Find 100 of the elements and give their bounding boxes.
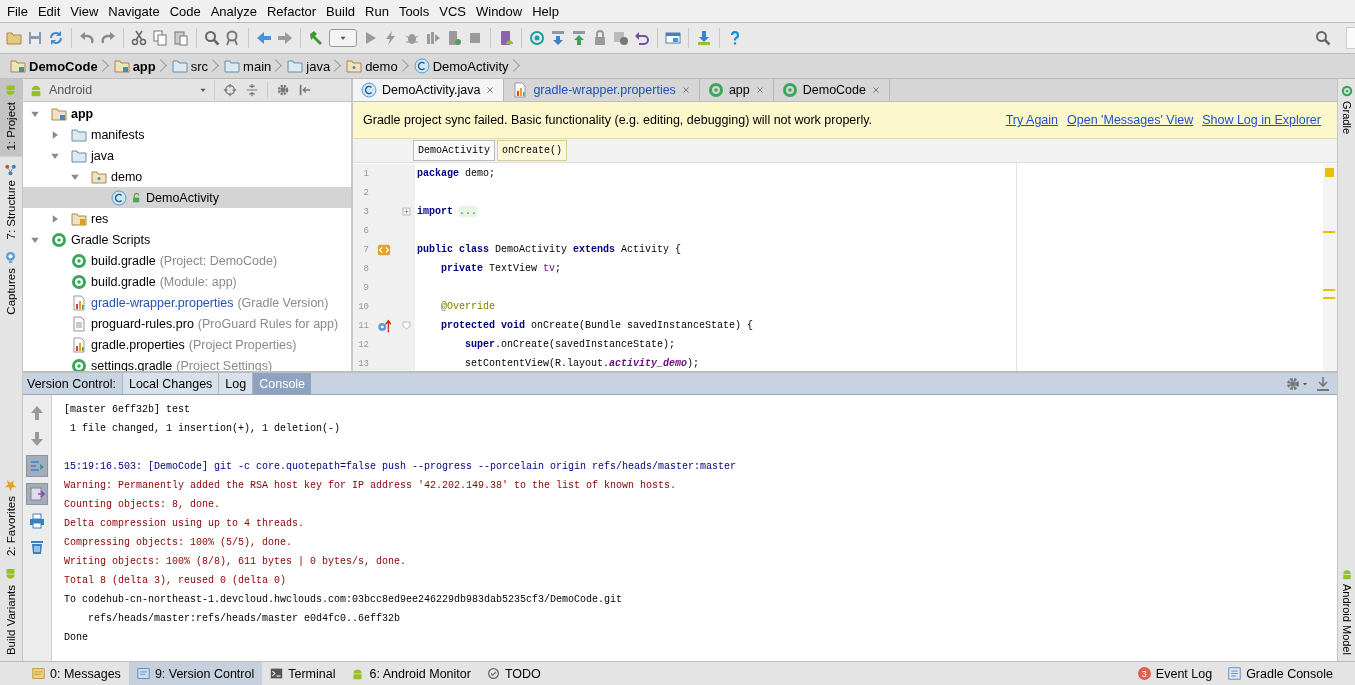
breadcrumb[interactable]: demo [342, 55, 410, 77]
tree-item-label[interactable]: build.gradle [91, 274, 156, 289]
notification-link[interactable]: Try Again [1005, 113, 1059, 127]
breadcrumb[interactable]: DemoActivity [409, 55, 521, 77]
editor-tab[interactable]: DemoCode [773, 79, 890, 101]
tree-item-label[interactable]: build.gradle [91, 253, 156, 268]
close-icon[interactable] [754, 85, 765, 95]
collapse-all-icon[interactable] [245, 83, 259, 97]
tree-item-label[interactable]: gradle-wrapper.properties [91, 295, 234, 310]
editor-tab[interactable]: DemoActivity.java [353, 79, 505, 101]
close-icon[interactable] [870, 85, 881, 95]
tree-row[interactable]: gradle.properties (Project Properties) [23, 334, 351, 355]
search-icon[interactable] [204, 30, 220, 46]
run-config-dropdown[interactable] [329, 29, 357, 47]
expand-fold-icon[interactable] [400, 206, 412, 217]
menu-item[interactable]: Window [470, 3, 528, 19]
tree-item-label[interactable]: gradle.properties [91, 337, 185, 352]
breadcrumb[interactable]: DemoCode [6, 55, 110, 77]
copy-icon[interactable] [152, 30, 168, 46]
close-icon[interactable] [680, 85, 691, 95]
tree-row[interactable]: Gradle Scripts [23, 229, 351, 250]
override-marker-icon[interactable] [377, 318, 391, 333]
tool-window-tab[interactable]: TODO [478, 662, 549, 685]
menu-item[interactable]: Tools [393, 3, 435, 19]
code-breadcrumb[interactable]: DemoActivity [413, 140, 495, 161]
layout-marker-icon[interactable] [377, 242, 391, 257]
phone-icon[interactable] [498, 30, 514, 46]
tool-window-tab[interactable]: 2: Favorites [0, 472, 22, 562]
tool-window-tab[interactable]: Android Model [1338, 562, 1355, 661]
menu-item[interactable]: Refactor [261, 3, 322, 19]
tool-window-tab[interactable]: 6: Android Monitor [343, 662, 479, 685]
sync-icon[interactable] [48, 30, 64, 46]
tool-window-tab[interactable]: Gradle [1338, 79, 1355, 141]
breadcrumb[interactable]: src [167, 55, 221, 77]
notification-link[interactable]: Open 'Messages' View [1067, 113, 1194, 127]
menu-item[interactable]: View [65, 3, 104, 19]
tree-row[interactable]: proguard-rules.pro (ProGuard Rules for app) [23, 313, 351, 334]
tree-row[interactable]: gradle-wrapper.properties (Gradle Version) [23, 292, 351, 313]
tree-item-label[interactable]: java [91, 148, 114, 163]
tree-row[interactable]: manifests [23, 124, 351, 145]
tree-item-label[interactable]: Gradle Scripts [71, 232, 151, 247]
print-icon[interactable] [27, 511, 47, 531]
attach-icon[interactable] [446, 30, 462, 46]
menu-item[interactable]: Navigate [103, 3, 165, 19]
hide-icon[interactable] [298, 83, 312, 97]
locate-icon[interactable] [223, 83, 237, 97]
undo-icon[interactable] [79, 30, 95, 46]
menu-item[interactable]: VCS [434, 3, 471, 19]
menu-item[interactable]: Run [360, 3, 394, 19]
settings-icon[interactable] [1285, 375, 1301, 392]
tree-row[interactable]: res [23, 208, 351, 229]
history-icon[interactable] [613, 30, 629, 46]
vcs-commit-icon[interactable] [571, 30, 587, 46]
stop-icon[interactable] [467, 30, 483, 46]
back-icon[interactable] [256, 30, 272, 46]
tool-window-tab[interactable]: Terminal [262, 662, 344, 685]
hide-panel-icon[interactable] [1315, 375, 1331, 392]
save-icon[interactable] [27, 30, 43, 46]
menu-item[interactable]: Build [321, 3, 360, 19]
replace-icon[interactable] [225, 30, 241, 46]
editor-tab[interactable]: app [699, 79, 774, 101]
tool-window-tab[interactable]: 1: Project [0, 79, 22, 157]
tree-item-label[interactable]: app [71, 106, 94, 121]
tree-row[interactable]: build.gradle (Project: DemoCode) [23, 250, 351, 271]
cut-icon[interactable] [131, 30, 147, 46]
redo-icon[interactable] [100, 30, 116, 46]
editor-tab[interactable]: gradle-wrapper.properties [504, 79, 700, 101]
lock-icon[interactable] [592, 30, 608, 46]
menu-item[interactable]: File [2, 3, 33, 19]
merge-toggle-icon[interactable] [26, 483, 48, 505]
tree-item-label[interactable]: proguard-rules.pro [91, 316, 194, 331]
tool-window-tab[interactable]: 7: Structure [0, 156, 22, 246]
diff-toggle-icon[interactable] [26, 455, 48, 477]
tool-window-tab[interactable]: Captures [0, 245, 22, 321]
tree-row[interactable]: app [23, 103, 351, 124]
hammer-icon[interactable] [308, 30, 324, 46]
vcs-update-icon[interactable] [550, 30, 566, 46]
panel-tab[interactable]: Log [218, 373, 253, 394]
sdk-download-icon[interactable] [696, 30, 712, 46]
menu-item[interactable]: Analyze [205, 3, 262, 19]
tool-window-tab[interactable]: 9: Version Control [128, 662, 263, 685]
tree-item-label[interactable]: manifests [91, 127, 145, 142]
tree-row[interactable]: demo [23, 166, 351, 187]
fold-icon[interactable] [400, 320, 412, 331]
breadcrumb[interactable]: app [109, 55, 168, 77]
menu-item[interactable]: Code [164, 3, 206, 19]
panel-tab[interactable]: Local Changes [121, 373, 219, 394]
tree-row[interactable]: build.gradle (Module: app) [23, 271, 351, 292]
menu-item[interactable]: Edit [32, 3, 66, 19]
tool-window-tab[interactable]: Gradle Console [1220, 662, 1341, 685]
project-structure-icon[interactable] [665, 30, 681, 46]
tool-window-tab[interactable]: Build Variants [0, 561, 22, 661]
open-folder-icon[interactable] [6, 30, 22, 46]
tree-item-label[interactable]: DemoActivity [146, 190, 219, 205]
tool-window-tab[interactable]: 0: Messages [24, 662, 129, 685]
tree-item-label[interactable]: demo [111, 169, 143, 184]
gradle-sync-icon[interactable] [529, 30, 545, 46]
tree-row[interactable]: DemoActivity [23, 187, 351, 208]
notification-link[interactable]: Show Log in Explorer [1202, 113, 1321, 127]
tool-window-tab[interactable]: 3 Event Log [1129, 662, 1221, 685]
